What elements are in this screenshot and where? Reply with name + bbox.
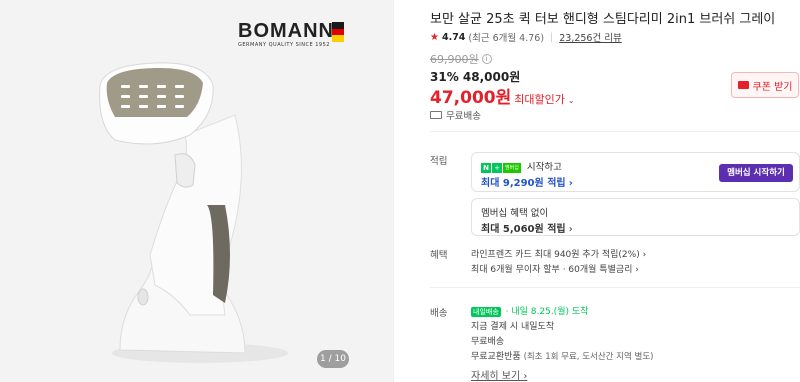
rating-recent: (최근 6개월 4.76): [468, 33, 545, 44]
product-title: 보만 살균 25초 퀵 터보 핸디형 스팀다리미 2in1 브러쉬 그레이: [430, 12, 776, 27]
arrival-date: · 내일 8.25.(월) 도착: [505, 307, 589, 317]
chevron-right-icon: ›: [568, 178, 573, 189]
rating-value: 4.74: [441, 31, 466, 43]
coupon-icon: [737, 81, 749, 89]
free-shipping-line: 무료배송: [471, 337, 505, 347]
delivery-section-label: 배송: [430, 308, 448, 319]
original-price-value: 69,900원: [430, 53, 479, 66]
coupon-label: 쿠폰 받기: [752, 81, 793, 93]
free-return-text: 무료교환반품: [471, 352, 521, 362]
sale-price: 48,000원: [462, 70, 521, 84]
review-count-link[interactable]: 23,256건 리뷰: [559, 30, 621, 44]
pay-now-note: 지금 결제 시 내일도착: [471, 322, 555, 332]
german-flag-icon: [332, 22, 344, 42]
product-details-panel: 보만 살균 25초 퀵 터보 핸디형 스팀다리미 2in1 브러쉬 그레이 ★ …: [393, 0, 800, 382]
info-icon[interactable]: i: [481, 54, 492, 64]
benefits-section-label: 혜택: [430, 250, 448, 261]
free-return-note: (최초 1회 무료, 도서산간 지역 별도): [523, 352, 654, 362]
truck-icon: [430, 111, 442, 119]
max-points-value: 최대 9,290원 적립: [481, 178, 566, 189]
coupon-button[interactable]: 쿠폰 받기: [731, 72, 799, 98]
free-return-line: 무료교환반품 (최초 1회 무료, 도서산간 지역 별도): [471, 349, 653, 362]
chevron-down-icon: ⌄: [567, 96, 575, 105]
divider-line: [430, 131, 800, 132]
rating-row: ★ 4.74 (최근 6개월 4.76) | 23,256건 리뷰: [430, 30, 622, 45]
steamer-product-image: [99, 62, 288, 363]
tomorrow-delivery-line: 내일배송 · 내일 8.25.(월) 도착: [471, 304, 588, 317]
discount-rate: 31%: [430, 70, 459, 84]
max-discount-row[interactable]: 47,000원 최대할인가 ⌄: [430, 83, 575, 108]
installment-benefit-link[interactable]: 최대 6개월 무이자 할부 · 60개월 특별금리 ›: [471, 262, 639, 275]
non-member-points-box: 멤버십 혜택 없이 최대 5,060원 적립 ›: [471, 198, 800, 236]
naver-plus-membership-icon: N + 멤버십: [481, 162, 521, 173]
start-membership-button[interactable]: 멤버십 시작하기: [719, 164, 793, 182]
card-benefit-link[interactable]: 라인프렌즈 카드 최대 940원 추가 적립(2%) ›: [471, 247, 646, 260]
brand-logo: BOMANN GERMANY QUALITY SINCE 1952: [238, 20, 348, 50]
max-discount-label: 최대할인가: [514, 93, 565, 106]
no-member-points-link[interactable]: 최대 5,060원 적립 ›: [481, 220, 573, 235]
points-section-label: 적립: [430, 156, 448, 167]
product-image-gallery[interactable]: BOMANN GERMANY QUALITY SINCE 1952 1 / 10: [0, 0, 393, 382]
no-member-points-value: 최대 5,060원 적립: [481, 224, 566, 235]
divider-line: [430, 287, 800, 288]
star-icon: ★: [430, 31, 439, 43]
see-more-link[interactable]: 자세히 보기 ›: [471, 367, 527, 382]
membership-points-box: N + 멤버십 시작하고 최대 9,290원 적립 › 멤버십 시작하기: [471, 152, 800, 192]
original-price: 69,900원 i: [430, 51, 492, 67]
see-more-label: 자세히 보기: [471, 371, 521, 382]
max-points-link[interactable]: 최대 9,290원 적립 ›: [481, 174, 573, 189]
chevron-right-icon: ›: [642, 250, 647, 260]
max-discount-price: 47,000원: [430, 88, 512, 108]
start-text: 시작하고: [526, 162, 562, 173]
shipping-label: 무료배송: [446, 111, 481, 122]
card-benefit-text: 라인프렌즈 카드 최대 940원 추가 적립(2%): [471, 250, 640, 260]
image-counter: 1 / 10: [317, 350, 349, 368]
tomorrow-delivery-badge: 내일배송: [471, 307, 501, 317]
divider: |: [550, 31, 554, 43]
installment-text: 최대 6개월 무이자 할부 · 60개월 특별금리: [471, 265, 633, 275]
no-member-text: 멤버십 혜택 없이: [481, 208, 549, 219]
membership-promo-text: N + 멤버십 시작하고: [481, 159, 562, 173]
chevron-right-icon: ›: [635, 265, 639, 275]
chevron-right-icon: ›: [523, 371, 528, 382]
chevron-right-icon: ›: [568, 224, 573, 235]
shipping-row: 무료배송: [430, 108, 481, 122]
